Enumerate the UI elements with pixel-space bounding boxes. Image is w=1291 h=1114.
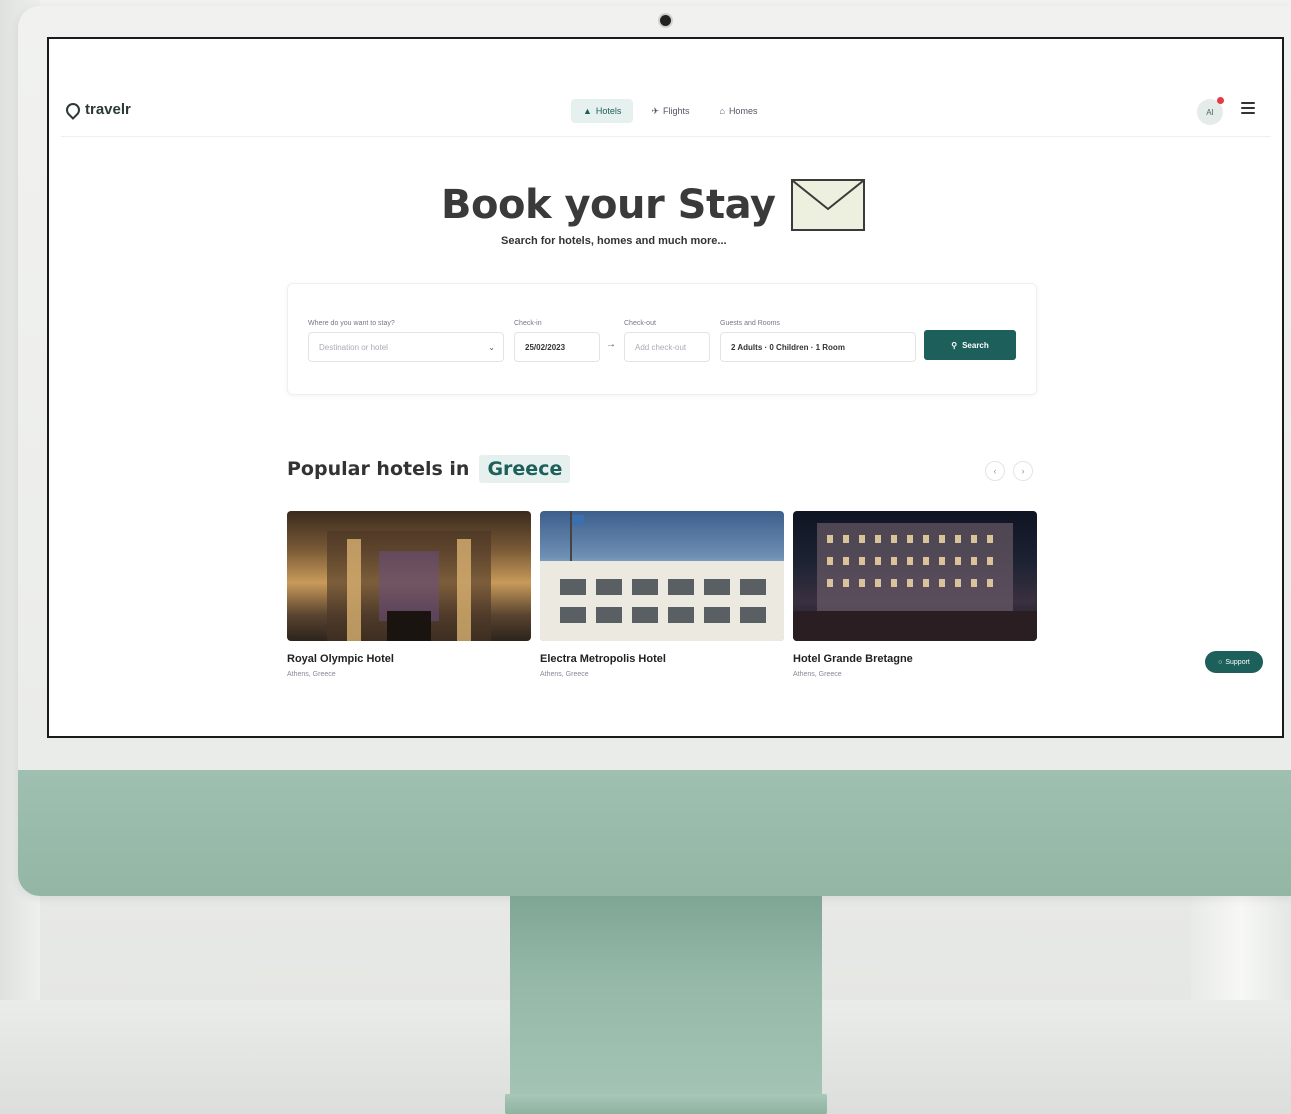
envelope-icon <box>791 179 866 231</box>
hotel-image <box>287 511 531 641</box>
checkin-field[interactable]: 25/02/2023 <box>514 332 600 362</box>
support-label: Support <box>1225 658 1250 666</box>
chat-icon: ○ <box>1218 658 1223 666</box>
hotel-name: Hotel Grande Bretagne <box>793 653 913 665</box>
arrow-right-icon: → <box>606 339 616 350</box>
support-button[interactable]: ○ Support <box>1205 651 1263 673</box>
search-button[interactable]: ⚲ Search <box>924 330 1016 360</box>
hotel-location: Athens, Greece <box>540 671 589 678</box>
monitor-chin <box>18 770 1291 896</box>
hotel-location: Athens, Greece <box>287 671 336 678</box>
guests-value: 2 Adults · 0 Children · 1 Room <box>731 342 845 352</box>
checkin-label: Check-in <box>514 320 542 327</box>
destination-label: Where do you want to stay? <box>308 320 395 327</box>
checkout-label: Check-out <box>624 320 656 327</box>
checkin-value: 25/02/2023 <box>525 342 566 352</box>
brand-name: travelr <box>85 101 131 118</box>
guests-label: Guests and Rooms <box>720 320 780 327</box>
avatar-initials: AI <box>1206 107 1214 117</box>
tab-hotels[interactable]: ▲ Hotels <box>571 99 634 123</box>
camera-icon <box>660 15 671 26</box>
monitor-stand-base <box>505 1094 827 1114</box>
web-page: travelr ▲ Hotels ✈ Flights ⌂ Homes AI Bo… <box>61 89 1271 685</box>
plane-icon: ✈ <box>651 105 659 116</box>
chevron-right-icon[interactable]: › <box>1013 461 1033 481</box>
popular-country: Greece <box>479 455 571 483</box>
hamburger-menu-icon[interactable] <box>1241 102 1255 114</box>
guests-field[interactable]: 2 Adults · 0 Children · 1 Room <box>720 332 916 362</box>
search-card: Where do you want to stay? Destination o… <box>287 283 1037 395</box>
notification-dot <box>1217 97 1224 104</box>
hotel-name: Electra Metropolis Hotel <box>540 653 666 665</box>
tab-label: Homes <box>728 106 758 116</box>
hotel-card[interactable]: Hotel Grande Bretagne Athens, Greece <box>793 511 1037 678</box>
hotel-card[interactable]: Electra Metropolis Hotel Athens, Greece <box>540 511 784 678</box>
tab-label: Hotels <box>595 106 622 116</box>
hero-heading: Book your Stay <box>441 177 881 233</box>
chevron-left-icon[interactable]: ‹ <box>985 461 1005 481</box>
checkout-placeholder: Add check-out <box>635 342 687 352</box>
hotel-image <box>793 511 1037 641</box>
home-icon: ⌂ <box>719 106 725 116</box>
page-title: Book your Stay <box>441 182 776 228</box>
bed-icon: ▲ <box>583 106 592 116</box>
tab-flights[interactable]: ✈ Flights <box>639 99 701 123</box>
monitor-stand <box>510 896 822 1096</box>
search-button-label: Search <box>962 340 989 350</box>
chevron-down-icon: ⌄ <box>488 342 495 352</box>
destination-placeholder: Destination or hotel <box>319 342 388 352</box>
location-pin-icon <box>63 99 83 120</box>
popular-title: Popular hotels in <box>287 458 470 480</box>
checkout-field[interactable]: Add check-out <box>624 332 710 362</box>
tab-label: Flights <box>662 106 690 116</box>
navbar: travelr ▲ Hotels ✈ Flights ⌂ Homes AI <box>61 89 1271 137</box>
hotel-name: Royal Olympic Hotel <box>287 653 394 665</box>
screen: travelr ▲ Hotels ✈ Flights ⌂ Homes AI Bo… <box>47 37 1284 738</box>
logo[interactable]: travelr <box>63 99 131 120</box>
hotel-image <box>540 511 784 641</box>
destination-select[interactable]: Destination or hotel ⌄ <box>308 332 504 362</box>
carousel-controls: ‹ › <box>985 461 1033 481</box>
tab-homes[interactable]: ⌂ Homes <box>708 99 770 123</box>
search-icon: ⚲ <box>951 340 958 350</box>
hero-subtitle: Search for hotels, homes and much more..… <box>501 235 727 247</box>
nav-tabs: ▲ Hotels ✈ Flights ⌂ Homes <box>571 99 769 123</box>
popular-heading: Popular hotels in Greece <box>287 455 571 483</box>
hotel-location: Athens, Greece <box>793 671 842 678</box>
hotel-card[interactable]: Royal Olympic Hotel Athens, Greece <box>287 511 531 678</box>
background-pillar <box>1191 890 1291 1000</box>
